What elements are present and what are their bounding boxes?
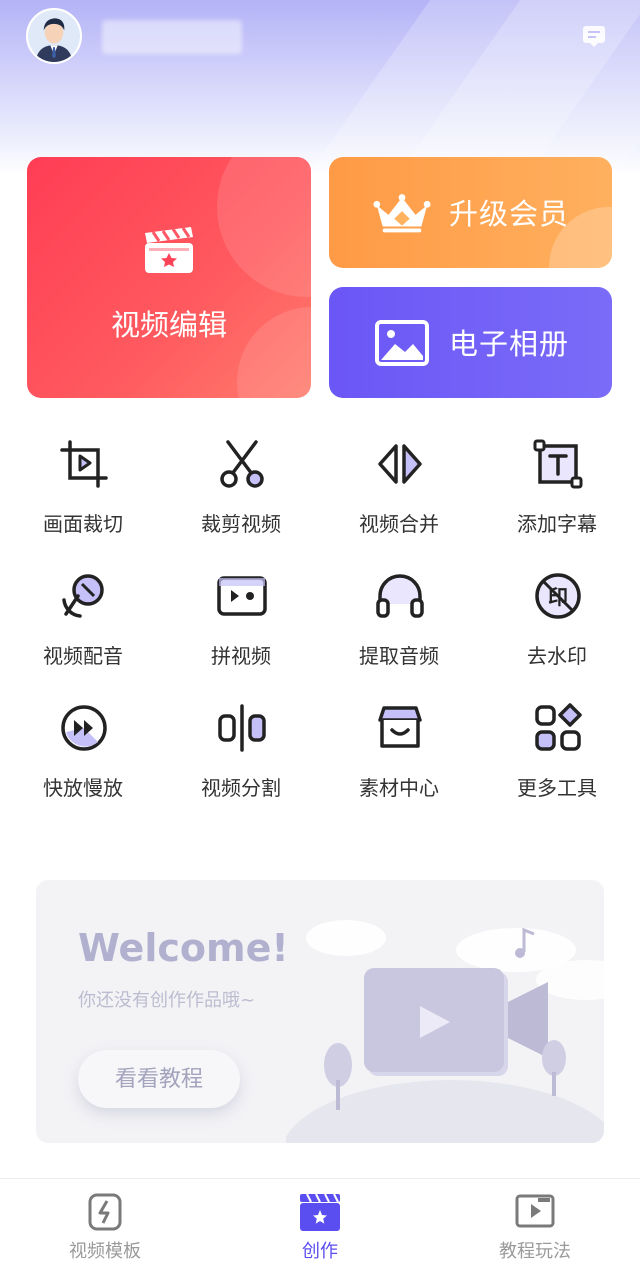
tool-label: 快放慢放 xyxy=(43,776,123,800)
clapperboard-icon xyxy=(300,1193,340,1231)
tool-label: 提取音频 xyxy=(359,644,439,668)
tool-label: 更多工具 xyxy=(517,776,597,800)
message-icon[interactable] xyxy=(580,22,608,50)
tab-label: 教程玩法 xyxy=(499,1241,571,1262)
svg-text:印: 印 xyxy=(548,585,568,609)
video-edit-card[interactable]: 视频编辑 xyxy=(27,157,311,398)
tool-extract-audio[interactable]: 提取音频 xyxy=(320,552,478,668)
image-icon xyxy=(375,320,429,366)
upgrade-vip-card[interactable]: 升级会员 xyxy=(329,157,612,268)
tool-label: 视频合并 xyxy=(359,512,439,536)
tool-label: 拼视频 xyxy=(211,644,271,668)
tool-remove-watermark[interactable]: 印 去水印 xyxy=(478,552,636,668)
tool-splice-video[interactable]: 拼视频 xyxy=(162,552,320,668)
decor-bubble xyxy=(217,157,311,297)
tab-create[interactable]: 创作 xyxy=(240,1179,400,1276)
tool-dubbing[interactable]: 视频配音 xyxy=(4,552,162,668)
username-blurred xyxy=(102,20,242,54)
fast-forward-icon xyxy=(61,705,107,751)
tool-split-video[interactable]: 视频分割 xyxy=(162,684,320,800)
tool-label: 素材中心 xyxy=(359,776,439,800)
tab-label: 创作 xyxy=(302,1241,338,1262)
photo-album-card[interactable]: 电子相册 xyxy=(329,287,612,398)
tool-add-subtitle[interactable]: 添加字幕 xyxy=(478,420,636,536)
tool-label: 视频分割 xyxy=(201,776,281,800)
video-edit-label: 视频编辑 xyxy=(110,308,227,342)
user-avatar-icon xyxy=(28,10,80,62)
text-icon xyxy=(533,439,583,489)
headphones-icon xyxy=(376,574,424,618)
tool-material-center[interactable]: 素材中心 xyxy=(320,684,478,800)
scissors-icon xyxy=(220,440,264,488)
watermark-icon: 印 xyxy=(535,573,581,619)
tool-more-tools[interactable]: 更多工具 xyxy=(478,684,636,800)
tool-label: 裁剪视频 xyxy=(201,512,281,536)
tool-cut-video[interactable]: 裁剪视频 xyxy=(162,420,320,536)
tab-tutorials[interactable]: 教程玩法 xyxy=(455,1179,615,1276)
photo-album-label: 电子相册 xyxy=(449,327,570,361)
microphone-icon xyxy=(62,574,104,618)
view-tutorial-button[interactable]: 看看教程 xyxy=(78,1050,240,1108)
welcome-card: Welcome! 你还没有创作作品哦~ 看看教程 xyxy=(36,880,604,1143)
welcome-title: Welcome! xyxy=(78,926,289,970)
tool-merge-video[interactable]: 视频合并 xyxy=(320,420,478,536)
tool-label: 去水印 xyxy=(527,644,587,668)
split-icon xyxy=(218,704,266,752)
clapperboard-icon xyxy=(145,227,193,273)
template-icon xyxy=(88,1193,122,1231)
splice-icon xyxy=(217,576,267,616)
welcome-subtitle: 你还没有创作作品哦~ xyxy=(78,990,256,1011)
merge-icon xyxy=(378,444,422,484)
avatar[interactable] xyxy=(26,8,82,64)
upgrade-vip-label: 升级会员 xyxy=(449,197,570,231)
more-tools-icon xyxy=(535,703,582,751)
bottom-tab-bar: 视频模板 创作 教程玩法 xyxy=(0,1178,640,1276)
video-camera-illustration xyxy=(286,920,604,1143)
crop-icon xyxy=(60,440,108,488)
tutorial-icon xyxy=(515,1194,555,1228)
tool-crop[interactable]: 画面裁切 xyxy=(4,420,162,536)
tab-label: 视频模板 xyxy=(69,1241,141,1262)
crown-icon xyxy=(373,194,431,233)
tool-label: 画面裁切 xyxy=(43,512,123,536)
tool-speed[interactable]: 快放慢放 xyxy=(4,684,162,800)
tab-video-templates[interactable]: 视频模板 xyxy=(25,1179,185,1276)
tool-label: 添加字幕 xyxy=(517,512,597,536)
tool-label: 视频配音 xyxy=(43,644,123,668)
store-icon xyxy=(378,706,422,748)
